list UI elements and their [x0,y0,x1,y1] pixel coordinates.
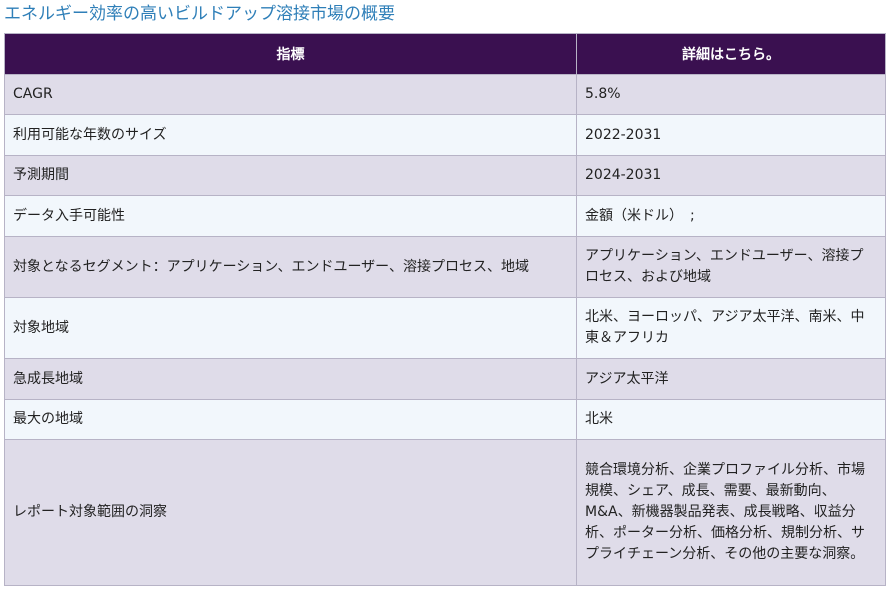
row-metric: 予測期間 [4,155,577,196]
row-detail: 5.8% [576,74,886,115]
row-metric: 利用可能な年数のサイズ [4,114,577,156]
table-row: 予測期間 2024-2031 [4,155,886,196]
table-row: 対象となるセグメント：アプリケーション、エンドユーザー、溶接プロセス、地域 アプ… [4,236,886,298]
row-metric: 最大の地域 [4,399,577,440]
row-detail: 競合環境分析、企業プロファイル分析、市場規模、シェア、成長、需要、最新動向、M&… [576,439,886,586]
row-detail: 北米 [576,399,886,440]
row-metric: CAGR [4,74,577,115]
table-row: CAGR 5.8% [4,74,886,115]
table-row: 利用可能な年数のサイズ 2022-2031 [4,114,886,156]
table-row: 最大の地域 北米 [4,399,886,440]
column-header-detail: 詳細はこちら。 [576,33,886,75]
page-title: エネルギー効率の高いビルドアップ溶接市場の概要 [4,4,395,24]
row-detail: アジア太平洋 [576,358,886,400]
row-metric: レポート対象範囲の洞察 [4,439,577,586]
row-detail: 2022-2031 [576,114,886,156]
row-metric: 対象となるセグメント：アプリケーション、エンドユーザー、溶接プロセス、地域 [4,236,577,298]
table-row: 対象地域 北米、ヨーロッパ、アジア太平洋、南米、中東＆アフリカ [4,297,886,359]
table-header-row: 指標 詳細はこちら。 [4,33,886,75]
row-detail: 2024-2031 [576,155,886,196]
row-detail: 金額（米ドル） ; [576,195,886,237]
row-detail: アプリケーション、エンドユーザー、溶接プロセス、および地域 [576,236,886,298]
row-metric: 急成長地域 [4,358,577,400]
table-row: レポート対象範囲の洞察 競合環境分析、企業プロファイル分析、市場規模、シェア、成… [4,439,886,586]
column-header-metric: 指標 [4,33,577,75]
market-overview-table: 指標 詳細はこちら。 CAGR 5.8% 利用可能な年数のサイズ 2022-20… [4,33,886,586]
table-row: データ入手可能性 金額（米ドル） ; [4,195,886,237]
row-detail: 北米、ヨーロッパ、アジア太平洋、南米、中東＆アフリカ [576,297,886,359]
row-metric: データ入手可能性 [4,195,577,237]
row-metric: 対象地域 [4,297,577,359]
table-row: 急成長地域 アジア太平洋 [4,358,886,400]
